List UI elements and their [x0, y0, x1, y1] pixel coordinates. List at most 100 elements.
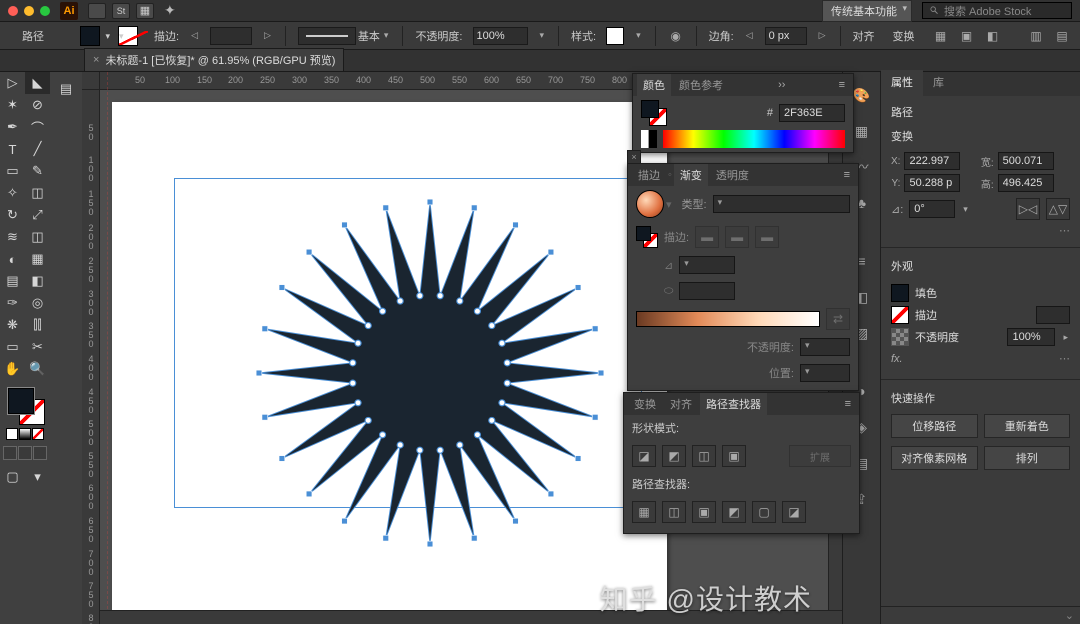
edit-content-icon[interactable]: ◧: [985, 28, 1001, 44]
selection-tool[interactable]: ▷: [0, 72, 25, 94]
arrange-docs-icon[interactable]: ▦: [136, 3, 154, 19]
angle-input[interactable]: [909, 200, 955, 218]
starburst-artwork[interactable]: [240, 183, 620, 563]
h-input[interactable]: [998, 174, 1054, 192]
close-window[interactable]: [8, 6, 18, 16]
more-options[interactable]: ⋯: [891, 224, 1070, 237]
type-tool[interactable]: T: [0, 138, 25, 160]
change-screen[interactable]: ▾: [25, 466, 50, 488]
ruler-vertical[interactable]: 5010015020025030035040045050055060065070…: [82, 90, 100, 624]
free-transform-tool[interactable]: ◫: [25, 226, 50, 248]
gradient-panel[interactable]: × 描边 ◦ 渐变 透明度 ≡ ▾ 类型: 描边: ▬ ▬ ▬ ⊿ ⬭ ⇄: [627, 163, 859, 391]
stroke-swatch[interactable]: [118, 26, 138, 46]
tab-properties[interactable]: 属性: [881, 70, 923, 96]
draw-inside[interactable]: [33, 446, 47, 460]
maximize-window[interactable]: [40, 6, 50, 16]
flip-h-icon[interactable]: ▷◁: [1016, 198, 1040, 220]
y-input[interactable]: [904, 174, 960, 192]
rotate-tool[interactable]: ↻: [0, 204, 25, 226]
graphic-style-swatch[interactable]: [606, 27, 624, 45]
ruler-origin[interactable]: [82, 72, 100, 90]
isolate-icon[interactable]: ▦: [933, 28, 949, 44]
offset-path-button[interactable]: 位移路径: [891, 414, 978, 438]
flip-v-icon[interactable]: △▽: [1046, 198, 1070, 220]
color-panel-collapse-icon[interactable]: ››: [774, 79, 789, 91]
unite-icon[interactable]: ◪: [632, 445, 656, 467]
trim-icon[interactable]: ◫: [662, 501, 686, 523]
magic-wand-tool[interactable]: ✶: [0, 94, 25, 116]
hand-tool[interactable]: ✋: [0, 358, 25, 380]
slice-tool[interactable]: ✂: [25, 336, 50, 358]
shaper-tool[interactable]: ✧: [0, 182, 25, 204]
fill-swatch[interactable]: [80, 26, 100, 46]
column-graph-tool[interactable]: ⫿⫿: [25, 314, 50, 336]
exclude-icon[interactable]: ▣: [722, 445, 746, 467]
tab-color[interactable]: 颜色: [637, 74, 671, 96]
edit-mask-icon[interactable]: ▣: [959, 28, 975, 44]
tab-stroke[interactable]: 描边: [632, 164, 666, 186]
fill-color[interactable]: [8, 388, 34, 414]
pixel-align-button[interactable]: 对齐像素网格: [891, 446, 978, 470]
panel-options-icon[interactable]: ▥: [1028, 28, 1044, 44]
tab-pathfinder[interactable]: 路径查找器: [700, 393, 767, 415]
line-tool[interactable]: ╱: [25, 138, 50, 160]
fill-stroke-swatches[interactable]: [4, 384, 46, 426]
screen-mode[interactable]: ▢: [0, 466, 25, 488]
pen-tool[interactable]: ✒: [0, 116, 25, 138]
brush-profile[interactable]: [298, 27, 356, 45]
corner-input[interactable]: [765, 27, 807, 45]
recolor-button[interactable]: 重新着色: [984, 414, 1071, 438]
curvature-tool[interactable]: ⌒: [25, 116, 50, 138]
tab-transform[interactable]: 变换: [628, 393, 662, 415]
outline-icon[interactable]: ▢: [752, 501, 776, 523]
workspace-selector[interactable]: 传统基本功能: [822, 0, 912, 22]
corner-up[interactable]: ▷: [817, 30, 828, 41]
eraser-tool[interactable]: ◫: [25, 182, 50, 204]
minus-front-icon[interactable]: ◩: [662, 445, 686, 467]
color-panel[interactable]: 颜色 颜色参考 ›› ≡ #: [632, 73, 854, 153]
solid-color-mode[interactable]: [6, 428, 18, 440]
lasso-tool[interactable]: ⊘: [25, 94, 50, 116]
opacity-prop-input[interactable]: [1007, 328, 1055, 346]
tab-gradient[interactable]: 渐变: [674, 164, 708, 186]
gradient-type-select[interactable]: [713, 195, 850, 213]
arrange-button[interactable]: 排列: [984, 446, 1071, 470]
gradient-slider[interactable]: [636, 311, 820, 327]
stroke-weight-up[interactable]: ▷: [262, 30, 273, 41]
pathfinder-panel[interactable]: 变换 对齐 路径查找器 ≡ 形状模式: ◪ ◩ ◫ ▣ 扩展 路径查找器: ▦ …: [623, 392, 860, 534]
rectangle-tool[interactable]: ▭: [0, 160, 25, 182]
gpu-icon[interactable]: ✦: [164, 2, 176, 19]
x-input[interactable]: [904, 152, 960, 170]
tab-color-guide[interactable]: 颜色参考: [673, 74, 729, 96]
corner-down[interactable]: ◁: [744, 30, 755, 41]
symbol-sprayer-tool[interactable]: ❋: [0, 314, 25, 336]
gradient-mode[interactable]: [19, 428, 31, 440]
adobe-stock-search[interactable]: 搜索 Adobe Stock: [922, 2, 1072, 19]
crop-icon[interactable]: ◩: [722, 501, 746, 523]
scale-tool[interactable]: ⤢: [25, 204, 50, 226]
stroke-swatch-prop[interactable]: [891, 306, 909, 324]
artboard-tool[interactable]: ▭: [0, 336, 25, 358]
eyedropper-tool[interactable]: ✑: [0, 292, 25, 314]
opacity-input[interactable]: [473, 27, 528, 45]
paintbrush-tool[interactable]: ✎: [25, 160, 50, 182]
close-tab-icon[interactable]: ×: [93, 54, 99, 66]
artboards-icon[interactable]: ▤: [54, 78, 79, 100]
minus-back-icon[interactable]: ◪: [782, 501, 806, 523]
draw-normal[interactable]: [3, 446, 17, 460]
close-panel-icon[interactable]: ×: [627, 150, 641, 164]
stock-icon[interactable]: St: [112, 3, 130, 19]
gradient-preview[interactable]: [636, 190, 664, 218]
divide-icon[interactable]: ▦: [632, 501, 656, 523]
opacity-swatch[interactable]: [891, 328, 909, 346]
pathfinder-menu-icon[interactable]: ≡: [841, 398, 855, 410]
fill-swatch-prop[interactable]: [891, 284, 909, 302]
zoom-tool[interactable]: 🔍: [25, 358, 50, 380]
fx-button[interactable]: fx.: [891, 353, 903, 365]
w-input[interactable]: [998, 152, 1054, 170]
direct-selection-tool[interactable]: ◣: [25, 72, 50, 94]
gradient-panel-menu-icon[interactable]: ≡: [840, 169, 854, 181]
merge-icon[interactable]: ▣: [692, 501, 716, 523]
width-tool[interactable]: ≋: [0, 226, 25, 248]
none-mode[interactable]: [32, 428, 44, 440]
